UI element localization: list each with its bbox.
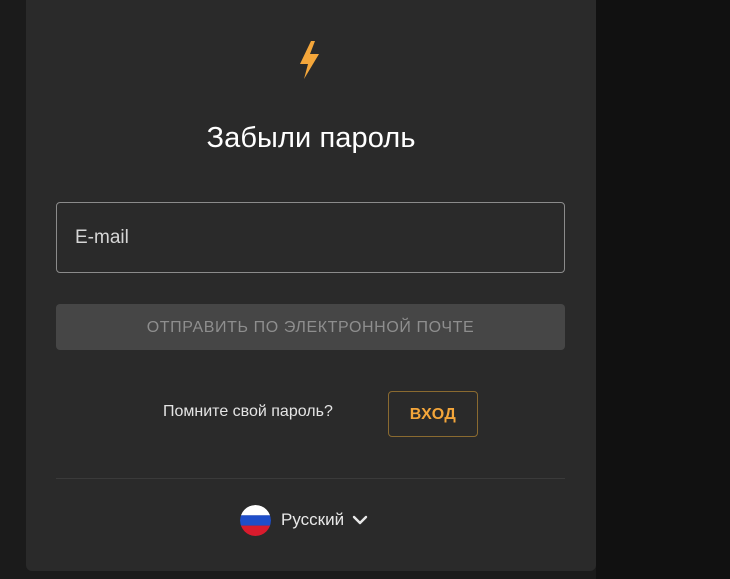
right-background-panel	[596, 0, 730, 579]
forgot-password-page: Забыли пароль ОТПРАВИТЬ ПО ЭЛЕКТРОННОЙ П…	[0, 0, 730, 579]
remember-password-prompt: Помните свой пароль?	[163, 403, 333, 420]
language-selector[interactable]: Русский	[240, 504, 368, 536]
email-field[interactable]	[56, 202, 565, 273]
page-title: Забыли пароль	[206, 122, 416, 154]
lightning-bolt-icon	[300, 41, 319, 79]
send-email-button[interactable]: ОТПРАВИТЬ ПО ЭЛЕКТРОННОЙ ПОЧТЕ	[56, 304, 565, 350]
login-button[interactable]: ВХОД	[388, 391, 478, 437]
forgot-password-card	[26, 0, 596, 571]
divider	[56, 478, 565, 479]
russia-flag-icon	[240, 504, 271, 536]
chevron-down-icon[interactable]	[352, 515, 368, 525]
language-label: Русский	[281, 510, 345, 529]
